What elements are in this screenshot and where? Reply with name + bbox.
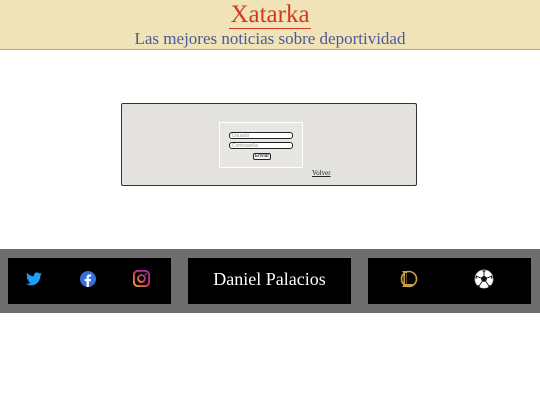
author-name: Daniel Palacios <box>213 269 326 289</box>
back-link[interactable]: Volver <box>312 169 331 177</box>
soccer-ball-icon[interactable] <box>474 269 494 289</box>
site-subtitle: Las mejores noticias sobre deportividad <box>134 29 406 48</box>
login-form: Enviar <box>219 122 303 168</box>
site-title-text[interactable]: Xatarka <box>229 1 311 29</box>
submit-button[interactable]: Enviar <box>253 153 271 160</box>
username-input[interactable] <box>229 132 293 139</box>
login-panel: Enviar Volver <box>121 103 417 186</box>
author-box: Daniel Palacios <box>188 258 351 304</box>
facebook-icon[interactable] <box>80 271 96 287</box>
twitter-icon[interactable] <box>26 272 42 286</box>
instagram-icon[interactable] <box>132 269 151 288</box>
league-of-legends-icon[interactable] <box>398 269 418 289</box>
site-header: Xatarka Las mejores noticias sobre depor… <box>0 0 540 50</box>
site-footer: Daniel Palacios <box>0 249 540 313</box>
sport-links <box>368 258 531 304</box>
site-title[interactable]: Xatarka <box>0 1 540 29</box>
password-input[interactable] <box>229 142 293 149</box>
social-links <box>8 258 171 304</box>
